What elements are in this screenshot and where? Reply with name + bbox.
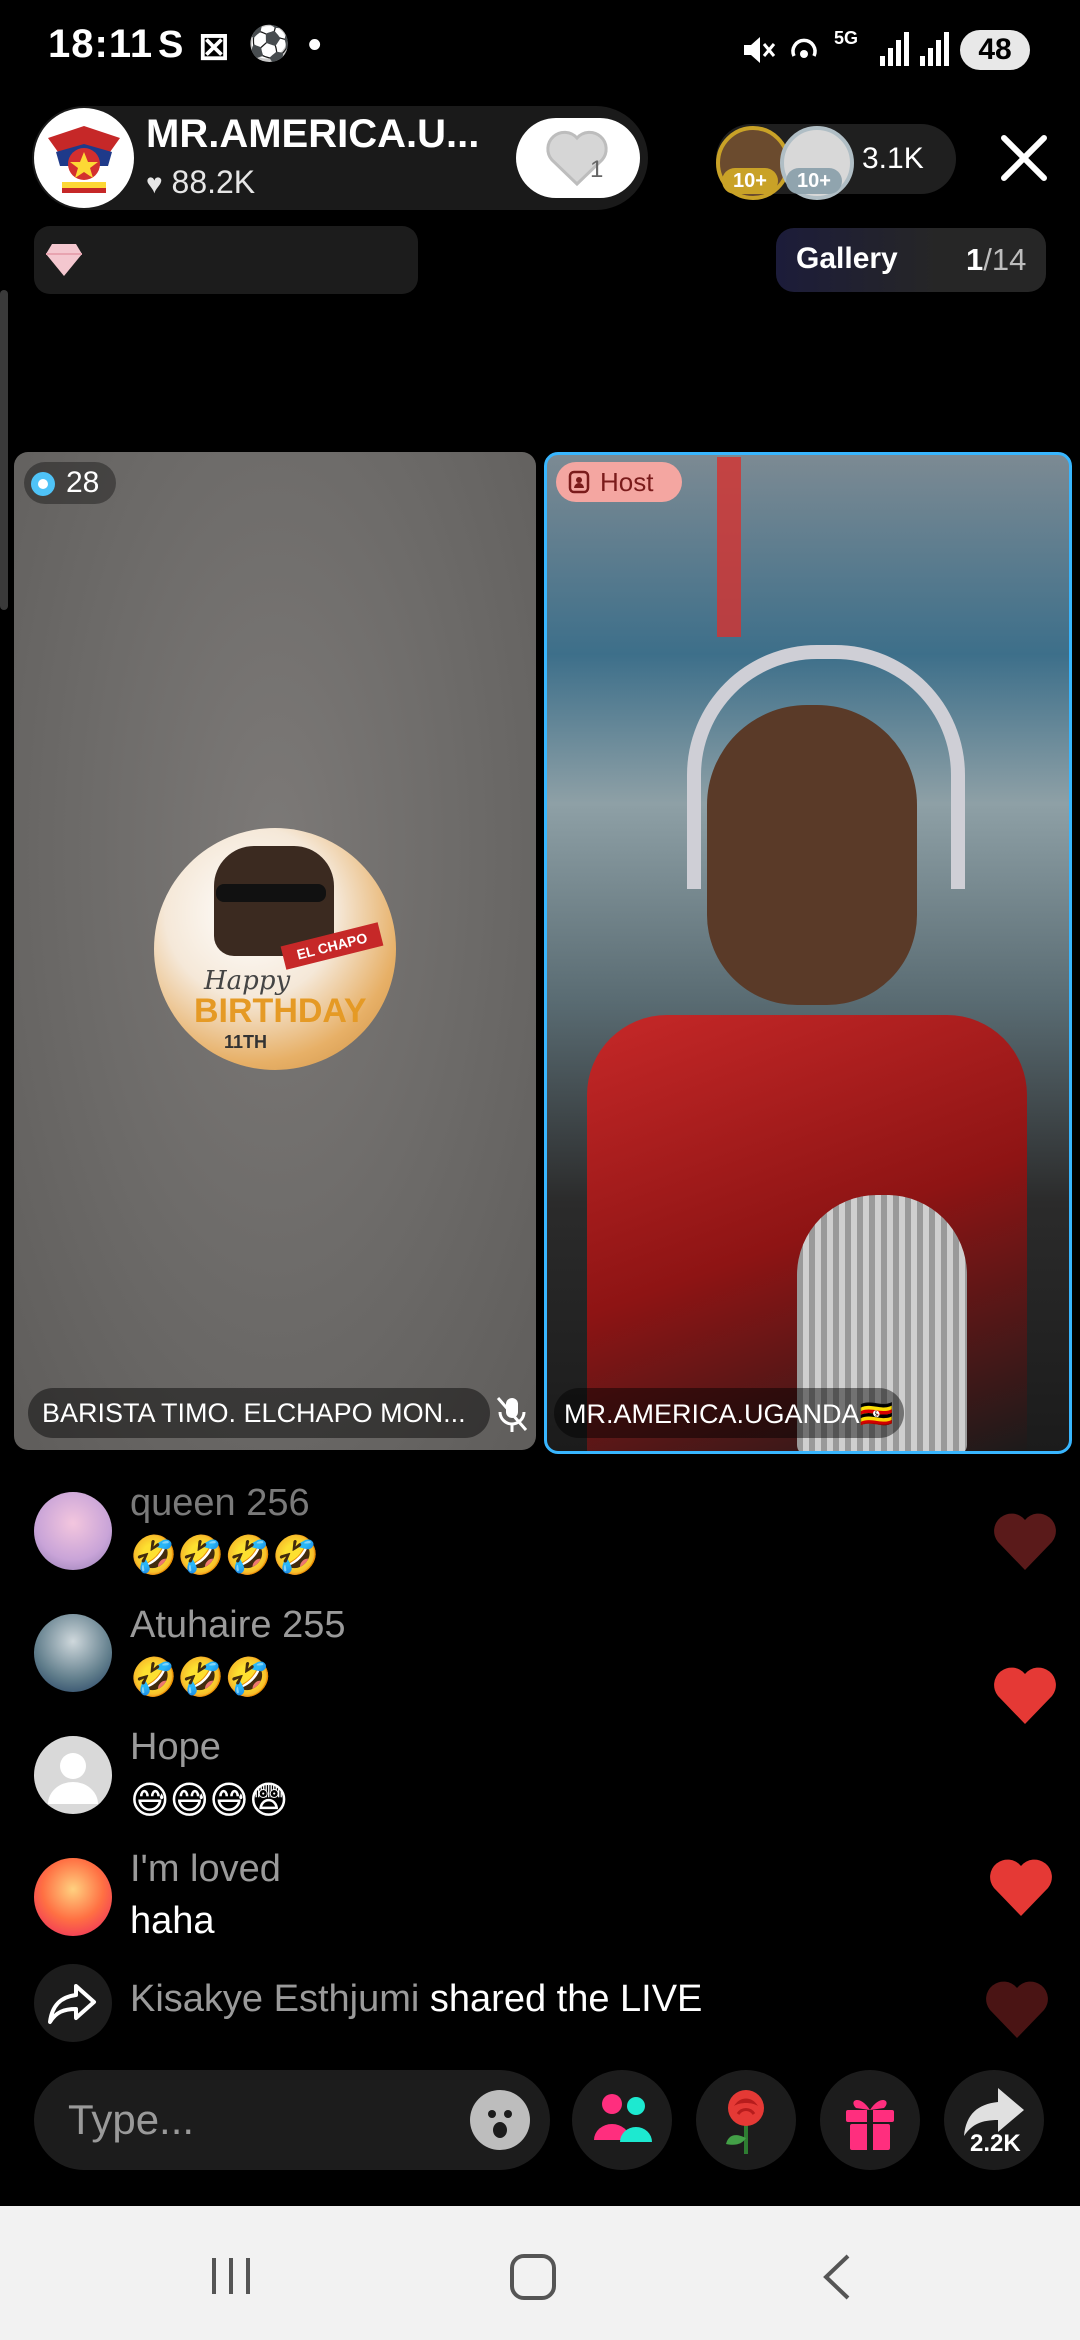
battery-indicator: 48 (960, 30, 1030, 70)
gallery-label: Gallery (796, 242, 898, 275)
viewer-count[interactable]: 3.1K (862, 142, 924, 176)
host-video-tile[interactable] (544, 452, 1072, 1454)
viewer-badge: 10+ (786, 168, 842, 194)
gift-button[interactable] (820, 2070, 920, 2170)
comment-avatar[interactable] (34, 1736, 112, 1814)
close-icon[interactable] (996, 130, 1052, 186)
host-tag-label: Host (600, 467, 654, 497)
comment-input-placeholder: Type... (68, 2096, 195, 2143)
host-name: MR.AMERICA.U... (146, 112, 480, 156)
mute-icon (744, 37, 776, 63)
home-icon[interactable] (508, 2252, 558, 2302)
share-event: Kisakye Esthjumi shared the LIVE (130, 1978, 702, 2021)
share-event-action: shared the LIVE (429, 1978, 703, 2020)
host-likes: ♥ 88.2K (146, 164, 255, 201)
back-icon[interactable] (818, 2252, 858, 2302)
comment-text: haha (130, 1900, 215, 1942)
gallery-current: 1 (966, 242, 984, 277)
gallery-total: /14 (983, 242, 1027, 277)
headphones-shape (687, 645, 965, 889)
share-count: 2.2K (970, 2130, 1021, 2157)
follow-heart-button[interactable]: 1 (516, 118, 640, 198)
background-stripe (717, 457, 741, 637)
mic-muted-icon (496, 1397, 528, 1432)
app-notification-icon: ⊠ (198, 26, 230, 68)
skype-icon: S (158, 24, 184, 66)
status-bar: 18:11 S ⊠ ⚽ • 5G 48 (0, 0, 1080, 100)
football-icon: ⚽ (248, 25, 291, 63)
signal-icon (880, 32, 949, 66)
host-logo-icon (36, 110, 132, 206)
comment-username[interactable]: Atuhaire 255 (130, 1604, 346, 1647)
network-type: 5G (834, 28, 859, 48)
share-event-user[interactable]: Kisakye Esthjumi (130, 1978, 419, 2020)
comment-text: 🤣🤣🤣 (130, 1657, 272, 1699)
comment-username[interactable]: Hope (130, 1726, 221, 1769)
guest-avatar[interactable]: EL CHAPO Happy BIRTHDAY 11TH (154, 828, 396, 1070)
recent-apps-icon[interactable] (206, 2254, 256, 2298)
comment-text: 🤣🤣🤣🤣 (130, 1535, 320, 1577)
guest-score: 28 (66, 466, 100, 499)
dot-icon: • (308, 24, 322, 66)
sunglasses-shape (216, 884, 326, 902)
gallery-counter: 1/14 (966, 242, 1026, 278)
system-nav-bar (0, 2206, 1080, 2340)
likes-count: 88.2K (171, 164, 256, 200)
emoji-button[interactable] (470, 2090, 530, 2150)
guest-name: BARISTA TIMO. ELCHAPO MON... (42, 1398, 466, 1428)
comment-text: 😅😅😅😨 (130, 1780, 289, 1822)
rose-gift-button[interactable] (696, 2070, 796, 2170)
floating-heart-icon (994, 1667, 1056, 1724)
comment-username[interactable]: queen 256 (130, 1482, 310, 1525)
emoji-icon (488, 2110, 512, 2138)
viewer-badge: 10+ (722, 168, 778, 194)
floating-heart-icon (990, 1859, 1052, 1916)
comment-avatar[interactable] (34, 1858, 112, 1936)
heart-small-icon: ♥ (146, 168, 163, 199)
host-avatar[interactable] (34, 108, 134, 208)
avatar-date-text: 11TH (224, 1032, 268, 1052)
multi-guest-button[interactable] (572, 2070, 672, 2170)
diamond-icon (46, 244, 82, 276)
people-icon (594, 2094, 652, 2142)
score-icon (31, 472, 55, 496)
avatar-birthday-text: BIRTHDAY (194, 992, 367, 1030)
hotspot-icon (791, 38, 817, 58)
floating-heart-icon (994, 1513, 1056, 1570)
scroll-indicator (0, 290, 8, 610)
floating-heart-icon (986, 1981, 1048, 2038)
host-badge-icon (568, 470, 590, 494)
rose-icon (726, 2090, 764, 2154)
host-tile-name: MR.AMERICA.UGANDA🇺🇬 (564, 1399, 894, 1429)
share-event-icon-wrap (34, 1964, 112, 2042)
diamond-ranking-bar[interactable] (34, 226, 418, 294)
share-icon (48, 1984, 96, 2024)
default-avatar-icon (48, 1753, 98, 1804)
gift-icon (846, 2099, 894, 2150)
comment-avatar[interactable] (34, 1614, 112, 1692)
follow-count: 1 (590, 156, 604, 183)
host-tag: Host (556, 462, 682, 502)
status-time: 18:11 (48, 22, 154, 66)
comment-avatar[interactable] (34, 1492, 112, 1570)
comment-username[interactable]: I'm loved (130, 1848, 281, 1891)
